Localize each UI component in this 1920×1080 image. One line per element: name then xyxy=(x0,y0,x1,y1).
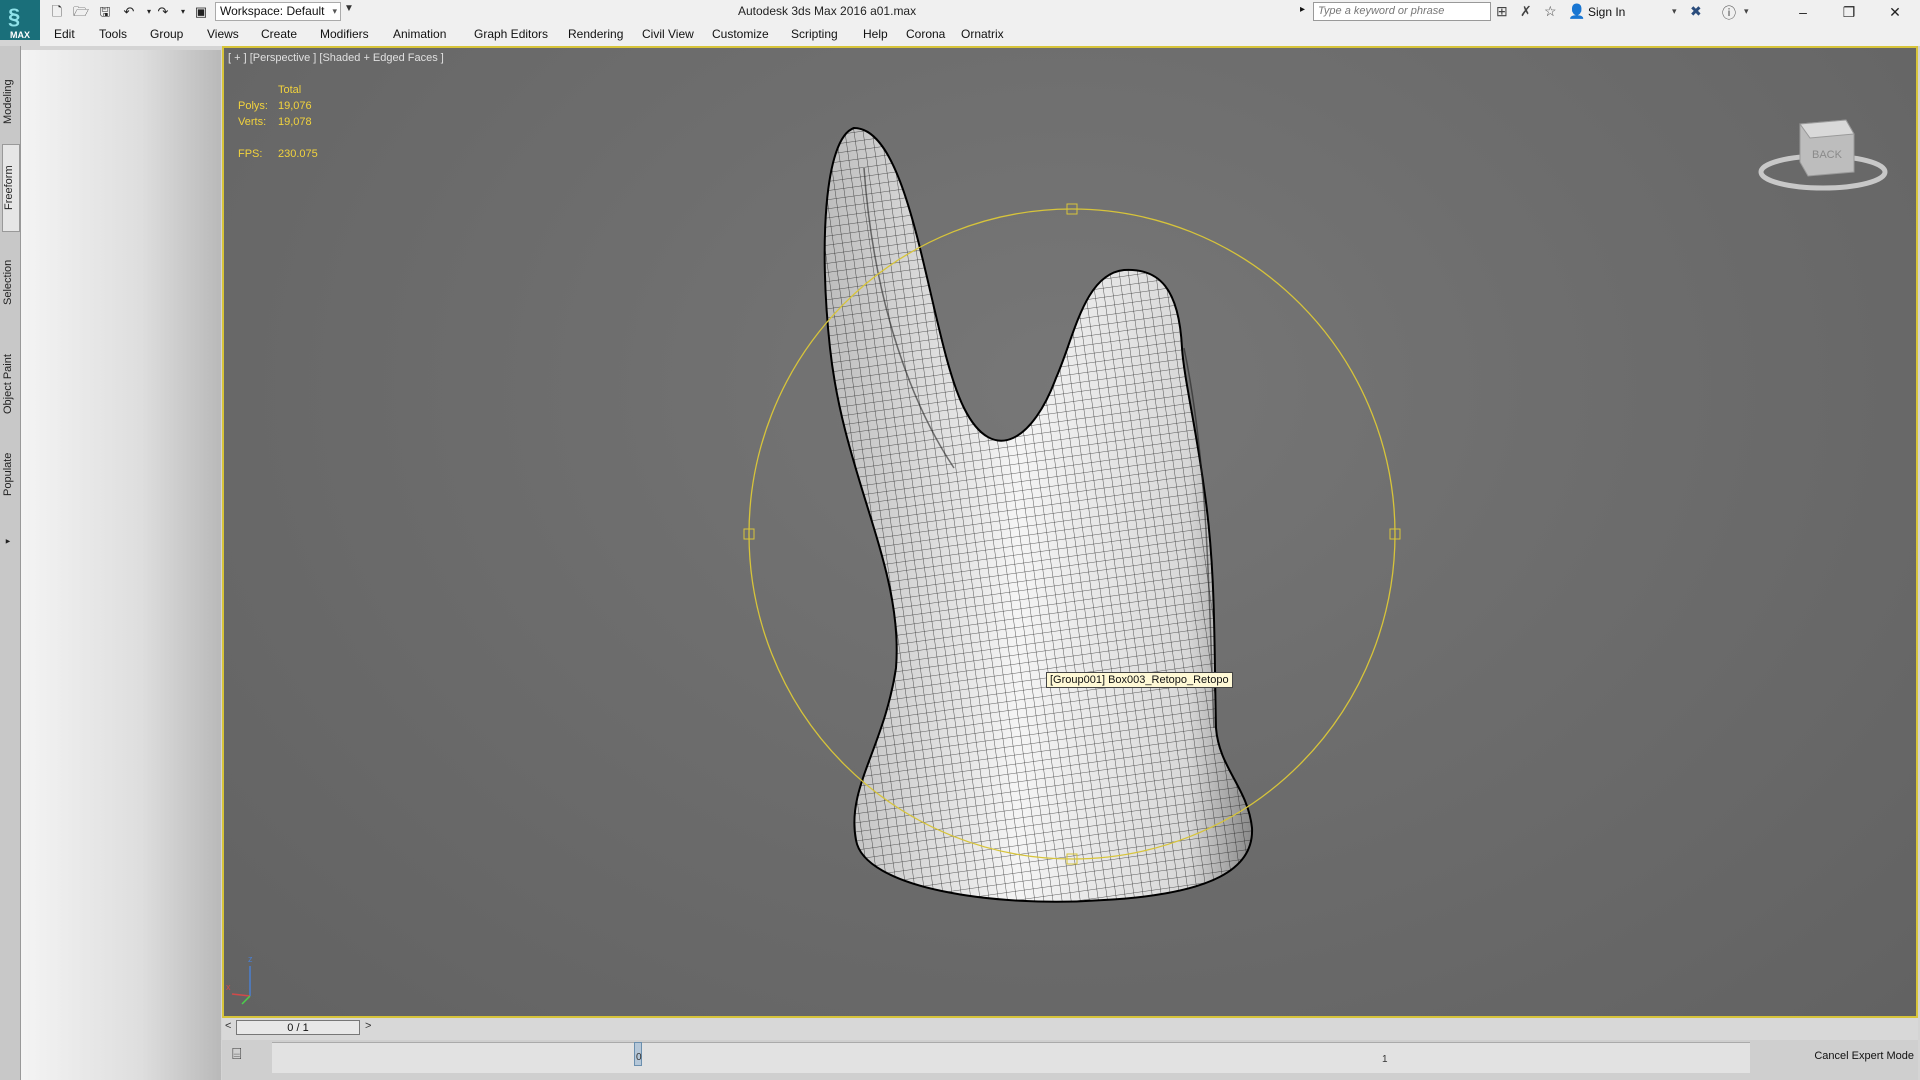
scene-mesh[interactable]: z x xyxy=(224,48,1916,1016)
menu-tools[interactable]: Tools xyxy=(99,27,127,41)
menu-ornatrix[interactable]: Ornatrix xyxy=(961,27,1004,41)
cancel-expert-mode-button[interactable]: Cancel Expert Mode xyxy=(1814,1050,1914,1062)
track-bar: ⌸ 0 1 xyxy=(222,1040,1918,1080)
help-icon[interactable]: ⓘ xyxy=(1722,3,1736,23)
tab-object-paint[interactable]: Object Paint xyxy=(2,336,18,432)
close-button[interactable]: ✕ xyxy=(1872,0,1918,24)
menu-help[interactable]: Help xyxy=(863,27,888,41)
ribbon-toggle-icon[interactable]: ◂ xyxy=(2,532,18,550)
time-slider[interactable]: 0 / 1 xyxy=(236,1020,360,1035)
menu-graph-editors[interactable]: Graph Editors xyxy=(474,27,548,41)
window-title: Autodesk 3ds Max 2016 a01.max xyxy=(738,4,917,18)
app-logo-icon: § xyxy=(8,4,21,29)
tab-freeform[interactable]: Freeform xyxy=(2,144,20,232)
customize-toolbar-icon[interactable]: ▼ xyxy=(344,3,354,14)
new-file-icon[interactable]: 🗋 xyxy=(48,3,66,21)
ribbon-panel xyxy=(21,50,221,1080)
workspace-value: Workspace: Default xyxy=(220,4,325,18)
perspective-viewport[interactable]: [ + ] [Perspective ] [Shaded + Edged Fac… xyxy=(222,46,1918,1018)
tab-modeling[interactable]: Modeling xyxy=(2,64,18,140)
app-menu-button[interactable]: § MAX xyxy=(0,0,40,40)
search-expand-icon[interactable]: ▸ xyxy=(1300,4,1305,15)
title-bar: § MAX 🗋 🗁 🖫 ↶ ▾ ↷ ▾ ▣ Workspace: Default… xyxy=(0,0,1920,40)
redo-dropdown-icon[interactable]: ▾ xyxy=(174,3,192,21)
menu-corona[interactable]: Corona xyxy=(906,27,945,41)
binoculars-icon[interactable]: ⊞ xyxy=(1496,3,1508,20)
sign-in-button[interactable]: Sign In xyxy=(1588,5,1625,19)
track-ruler[interactable] xyxy=(272,1042,1750,1073)
object-tooltip: [Group001] Box003_Retopo_Retopo xyxy=(1046,672,1233,688)
tab-populate[interactable]: Populate xyxy=(2,438,18,510)
menu-scripting[interactable]: Scripting xyxy=(791,27,838,41)
signin-dropdown-icon[interactable]: ▾ xyxy=(1672,6,1677,17)
minimize-button[interactable]: – xyxy=(1780,0,1826,24)
ribbon-tabs: Modeling Freeform Selection Object Paint… xyxy=(0,46,21,1080)
chevron-down-icon: ▾ xyxy=(332,6,337,16)
next-frame-icon[interactable]: > xyxy=(365,1020,371,1032)
help-dropdown-icon[interactable]: ▾ xyxy=(1744,6,1749,17)
menu-rendering[interactable]: Rendering xyxy=(568,27,623,41)
menu-modifiers[interactable]: Modifiers xyxy=(320,27,369,41)
redo-icon[interactable]: ↷ xyxy=(154,3,172,21)
tooth-model[interactable] xyxy=(804,108,1284,928)
project-folder-icon[interactable]: ▣ xyxy=(192,3,210,21)
open-file-icon[interactable]: 🗁 xyxy=(72,3,90,21)
menu-edit[interactable]: Edit xyxy=(54,27,75,41)
menu-civil-view[interactable]: Civil View xyxy=(642,27,694,41)
user-icon: 👤 xyxy=(1568,3,1586,19)
undo-icon[interactable]: ↶ xyxy=(120,3,138,21)
viewcube[interactable]: BACK xyxy=(1758,110,1888,200)
exchange-icon[interactable]: ✖ xyxy=(1690,3,1702,20)
frame-tick-1: 1 xyxy=(1382,1054,1388,1065)
workspace-dropdown[interactable]: Workspace: Default ▾ xyxy=(215,2,341,21)
viewcube-face-label: BACK xyxy=(1812,149,1843,161)
axis-tripod: z x xyxy=(226,954,253,1005)
axis-x-label: x xyxy=(226,982,231,992)
open-mini-curve-editor-icon[interactable]: ⌸ xyxy=(232,1046,242,1064)
restore-button[interactable]: ❐ xyxy=(1826,0,1872,24)
subscription-icon[interactable]: ✗ xyxy=(1520,3,1532,20)
menu-animation[interactable]: Animation xyxy=(393,27,446,41)
menu-create[interactable]: Create xyxy=(261,27,297,41)
time-slider-bar: < 0 / 1 > xyxy=(222,1018,1918,1040)
menu-customize[interactable]: Customize xyxy=(712,27,769,41)
prev-frame-icon[interactable]: < xyxy=(225,1020,231,1032)
search-input[interactable]: Type a keyword or phrase xyxy=(1313,2,1491,21)
tab-selection[interactable]: Selection xyxy=(2,246,18,318)
save-file-icon[interactable]: 🖫 xyxy=(96,3,114,21)
favorites-star-icon[interactable]: ☆ xyxy=(1544,3,1557,20)
frame-tick-0: 0 xyxy=(636,1052,642,1063)
app-logo-label: MAX xyxy=(10,30,30,40)
menu-group[interactable]: Group xyxy=(150,27,183,41)
menu-views[interactable]: Views xyxy=(207,27,239,41)
menu-bar: Edit Tools Group Views Create Modifiers … xyxy=(40,24,1920,46)
axis-z-label: z xyxy=(248,954,253,964)
